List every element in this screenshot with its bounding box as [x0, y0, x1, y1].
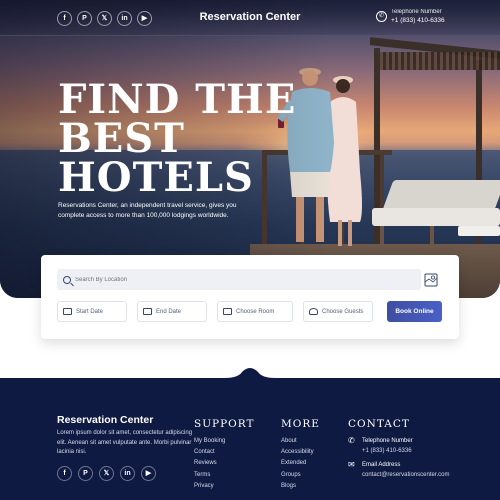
guests-icon	[309, 308, 318, 315]
headline-line-1: FIND THE	[58, 76, 297, 123]
search-icon	[63, 275, 71, 284]
hero-description: Reservations Center, an independent trav…	[58, 202, 237, 219]
footer-link[interactable]: My Booking	[194, 436, 225, 447]
hero-headline: FIND THE BEST HOTELS	[58, 76, 308, 201]
footer-link[interactable]: Accessibility	[281, 447, 314, 458]
footer-social-links: f P 𝕏 in ▶	[57, 466, 156, 481]
room-select[interactable]: Choose Room	[217, 301, 293, 322]
footer-phone-label: Telephone Number	[362, 438, 413, 444]
footer-email[interactable]: ✉ Email Address contact@reservationscent…	[348, 460, 449, 480]
phone-icon: ✆	[348, 436, 355, 445]
start-date-label: Start Date	[76, 308, 104, 315]
calendar-icon	[63, 308, 72, 315]
pinterest-icon[interactable]: P	[78, 466, 93, 481]
hero-banner: f P 𝕏 in ▶ Reservation Center ✆ Telephon…	[0, 0, 500, 298]
youtube-icon[interactable]: ▶	[141, 466, 156, 481]
guests-select[interactable]: Choose Guests	[303, 301, 373, 322]
mail-icon: ✉	[348, 460, 355, 469]
booking-search-card: Start Date End Date Choose Room Choose G…	[41, 255, 459, 339]
footer-link[interactable]: Blogs	[281, 481, 314, 492]
footer-email-label: Email Address	[362, 462, 401, 468]
map-icon	[424, 273, 438, 286]
footer-link[interactable]: Privacy	[194, 481, 225, 492]
contact-title: CONTACT	[348, 418, 410, 430]
phone-number[interactable]: +1 (833) 410-6336	[391, 17, 445, 24]
more-links: About Accessibility Extended Groups Blog…	[281, 436, 314, 492]
guests-label: Choose Guests	[322, 308, 364, 315]
footer-email-address[interactable]: contact@reservationscenter.com	[362, 470, 449, 480]
header-phone[interactable]: ✆ Telephone Number +1 (833) 410-6336	[376, 9, 445, 24]
room-label: Choose Room	[236, 308, 275, 315]
map-button[interactable]	[423, 269, 439, 290]
support-links: My Booking Contact Reviews Terms Privacy	[194, 436, 225, 492]
support-title: SUPPORT	[194, 418, 255, 430]
linkedin-icon[interactable]: in	[120, 466, 135, 481]
footer-description: Lorem ipsum dolor sit amet, consectetur …	[57, 430, 193, 455]
footer-link[interactable]: Contact	[194, 447, 225, 458]
footer-phone[interactable]: ✆ Telephone Number +1 (833) 410-6336	[348, 436, 413, 456]
footer-link[interactable]: Extended	[281, 458, 314, 469]
bed-icon	[223, 308, 232, 315]
headline-line-3: HOTELS	[58, 154, 254, 201]
phone-label: Telephone Number	[391, 9, 442, 15]
location-search-box[interactable]	[57, 269, 421, 290]
footer-phone-number[interactable]: +1 (833) 410-6336	[362, 446, 413, 456]
start-date-field[interactable]: Start Date	[57, 301, 127, 322]
calendar-icon	[143, 308, 152, 315]
more-title: MORE	[281, 418, 320, 430]
end-date-field[interactable]: End Date	[137, 301, 207, 322]
book-online-button[interactable]: Book Online	[387, 301, 442, 322]
footer-link[interactable]: About	[281, 436, 314, 447]
end-date-label: End Date	[156, 308, 182, 315]
footer-brand[interactable]: Reservation Center	[57, 414, 153, 426]
x-icon[interactable]: 𝕏	[99, 466, 114, 481]
footer-link[interactable]: Groups	[281, 470, 314, 481]
phone-icon: ✆	[376, 11, 387, 22]
location-search-input[interactable]	[75, 276, 375, 283]
footer-link[interactable]: Terms	[194, 470, 225, 481]
headline-line-2: BEST	[58, 115, 185, 162]
facebook-icon[interactable]: f	[57, 466, 72, 481]
footer-link[interactable]: Reviews	[194, 458, 225, 469]
